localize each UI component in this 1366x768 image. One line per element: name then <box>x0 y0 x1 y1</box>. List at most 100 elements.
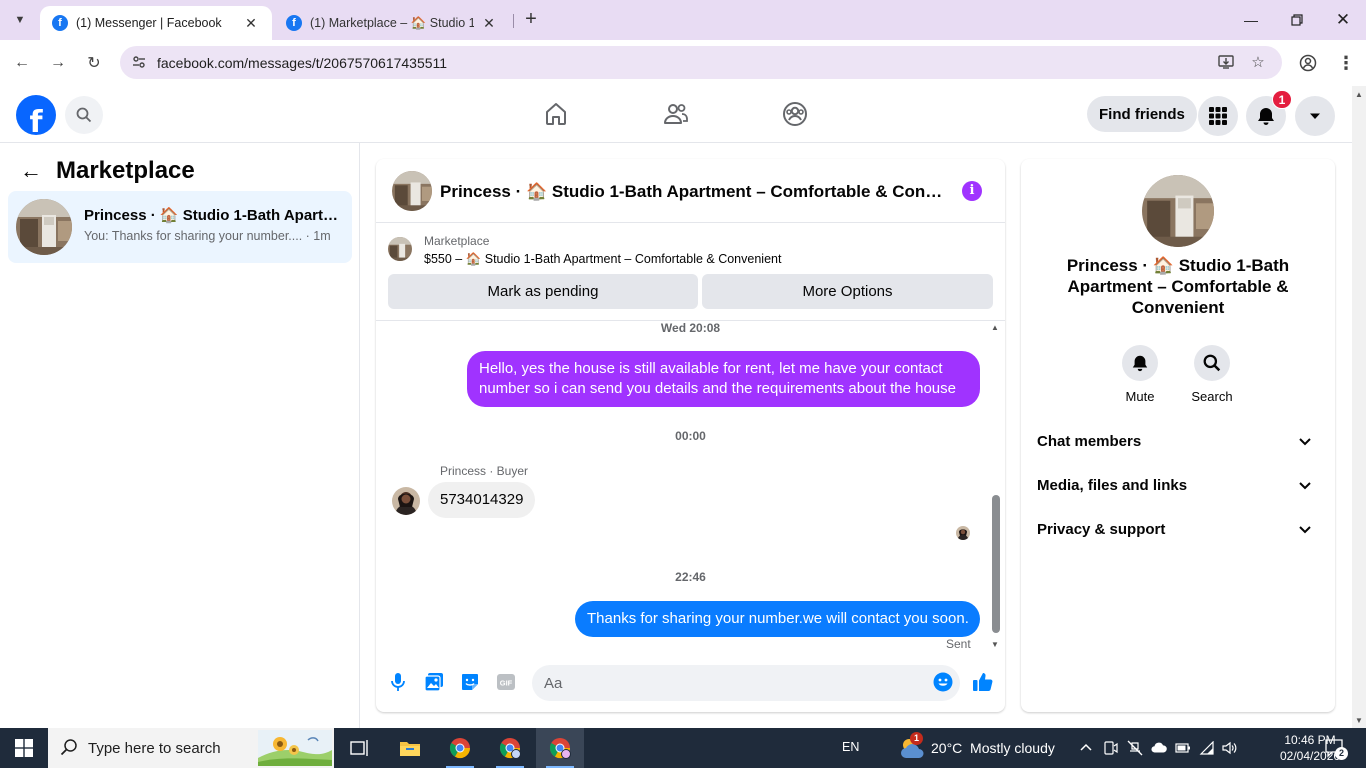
page-scrollbar[interactable]: ▲ ▼ <box>1352 86 1366 728</box>
mark-as-pending-button[interactable]: Mark as pending <box>388 274 698 309</box>
microphone-icon[interactable] <box>387 671 409 693</box>
file-explorer-icon[interactable] <box>386 728 434 768</box>
chat-avatar[interactable] <box>392 171 432 211</box>
facebook-logo[interactable]: f <box>16 95 56 135</box>
media-files-links-section[interactable]: Media, files and links <box>1029 465 1327 505</box>
mic-muted-icon[interactable] <box>1127 740 1143 756</box>
site-settings-icon[interactable] <box>130 54 148 72</box>
privacy-support-section[interactable]: Privacy & support <box>1029 509 1327 549</box>
weather-text[interactable]: 20°C Mostly cloudy <box>931 740 1055 756</box>
task-view-icon[interactable] <box>336 728 384 768</box>
install-app-icon[interactable] <box>1216 53 1236 73</box>
restore-icon[interactable] <box>1274 0 1320 40</box>
tab-close-icon[interactable]: ✕ <box>242 15 260 32</box>
tab-search-chevron-icon[interactable]: ▼ <box>8 8 32 32</box>
action-center-icon[interactable]: 2 <box>1324 738 1348 763</box>
facebook-top-bar: f Find friends <box>0 86 1352 143</box>
scrollbar-thumb[interactable] <box>992 495 1000 633</box>
weather-cloud-icon[interactable]: 1 <box>898 732 926 762</box>
mute-button[interactable]: Mute <box>1108 345 1172 404</box>
listing-title[interactable]: $550 – 🏠 Studio 1-Bath Apartment – Comfo… <box>424 252 781 267</box>
svg-text:GIF: GIF <box>500 679 513 688</box>
scroll-up-arrow-icon[interactable]: ▲ <box>1355 90 1363 99</box>
conversation-sidebar: ← Marketplace Princess · 🏠 Studio 1-Bath… <box>0 143 360 728</box>
chat-scrollbar[interactable]: ▲ ▼ <box>990 323 1002 649</box>
bell-icon <box>1258 108 1274 125</box>
timestamp: 00:00 <box>675 429 706 443</box>
scroll-up-arrow-icon[interactable]: ▲ <box>991 323 999 332</box>
thumbs-up-icon[interactable] <box>972 671 994 693</box>
message-status: Sent <box>946 637 971 651</box>
chrome-profile-icon[interactable] <box>486 728 534 768</box>
incoming-message[interactable]: 5734014329 <box>428 482 536 518</box>
tab-title: (1) Messenger | Facebook <box>76 16 222 30</box>
conversation-item[interactable]: Princess · 🏠 Studio 1-Bath Apartment – C… <box>8 191 352 263</box>
minimize-icon[interactable]: — <box>1228 0 1274 40</box>
chat-title[interactable]: Princess · 🏠 Studio 1-Bath Apartment – C… <box>440 182 950 202</box>
tab-marketplace[interactable]: f (1) Marketplace – 🏠 Studio 1-B ✕ <box>274 6 510 40</box>
sidebar-title: Marketplace <box>56 157 195 184</box>
search-highlight-illustration <box>258 730 332 766</box>
meet-now-icon[interactable] <box>1103 740 1119 756</box>
home-nav-icon[interactable] <box>542 100 570 128</box>
search-in-conversation-button[interactable]: Search <box>1180 345 1244 404</box>
volume-icon[interactable] <box>1222 740 1238 756</box>
outgoing-message[interactable]: Thanks for sharing your number.we will c… <box>575 601 980 637</box>
reload-icon[interactable]: ↻ <box>82 51 106 75</box>
chrome-icon[interactable] <box>436 728 484 768</box>
taskbar-search[interactable]: Type here to search <box>48 728 334 768</box>
menu-grid-button[interactable] <box>1198 96 1238 136</box>
find-friends-button[interactable]: Find friends <box>1087 96 1197 132</box>
more-options-button[interactable]: More Options <box>702 274 993 309</box>
bell-icon[interactable] <box>1122 345 1158 381</box>
chrome-active-profile-icon[interactable] <box>536 728 584 768</box>
friends-nav-icon[interactable] <box>662 100 690 128</box>
weather-alert-badge: 1 <box>910 732 923 745</box>
message-composer: GIF <box>376 659 1005 707</box>
scroll-down-arrow-icon[interactable]: ▼ <box>991 640 999 649</box>
sticker-icon[interactable] <box>459 671 481 693</box>
chat-members-section[interactable]: Chat members <box>1029 421 1327 461</box>
conversation-info-panel: Princess · 🏠 Studio 1-Bath Apartment – C… <box>1021 159 1335 712</box>
message-input[interactable] <box>532 665 960 701</box>
gif-icon[interactable]: GIF <box>495 671 517 693</box>
input-language[interactable]: EN <box>842 740 859 754</box>
photo-icon[interactable] <box>423 671 445 693</box>
emoji-icon[interactable] <box>932 671 954 693</box>
groups-nav-icon[interactable] <box>781 100 809 128</box>
onedrive-cloud-icon[interactable] <box>1151 740 1167 756</box>
window-close-icon[interactable]: ✕ <box>1320 0 1366 40</box>
chevron-down-icon <box>1299 482 1311 490</box>
back-arrow-icon[interactable]: ← <box>20 158 44 184</box>
address-bar[interactable]: facebook.com/messages/t/2067570617435511… <box>120 46 1282 79</box>
tab-close-icon[interactable]: ✕ <box>480 15 498 32</box>
bookmark-star-icon[interactable]: ☆ <box>1248 53 1268 73</box>
outgoing-message[interactable]: Hello, yes the house is still available … <box>467 351 980 407</box>
wifi-icon[interactable] <box>1199 740 1215 756</box>
marketplace-listing-bar: Marketplace $550 – 🏠 Studio 1-Bath Apart… <box>376 223 1005 321</box>
caret-down-icon <box>1310 113 1320 119</box>
battery-icon[interactable] <box>1175 740 1191 756</box>
show-hidden-icons-chevron-icon[interactable] <box>1078 740 1094 756</box>
facebook-favicon-icon: f <box>52 15 68 31</box>
listing-thumbnail[interactable] <box>388 237 412 261</box>
profile-icon[interactable] <box>1296 51 1320 75</box>
forward-arrow-icon[interactable]: → <box>46 51 70 75</box>
info-icon[interactable]: i <box>962 181 982 201</box>
scroll-down-arrow-icon[interactable]: ▼ <box>1355 716 1363 725</box>
facebook-search-button[interactable] <box>65 96 103 134</box>
tab-messenger[interactable]: f (1) Messenger | Facebook ✕ <box>40 6 272 40</box>
action-center-count: 2 <box>1335 747 1348 760</box>
info-avatar[interactable] <box>1142 175 1214 247</box>
start-button[interactable] <box>0 728 48 768</box>
buyer-avatar[interactable] <box>392 487 420 515</box>
account-button[interactable] <box>1295 96 1335 136</box>
browser-menu-icon[interactable]: ⋮ <box>1334 51 1358 75</box>
search-icon[interactable] <box>1194 345 1230 381</box>
chat-header: Princess · 🏠 Studio 1-Bath Apartment – C… <box>376 159 1005 223</box>
browser-toolbar: ← → ↻ facebook.com/messages/t/2067570617… <box>0 40 1366 86</box>
new-tab-plus-icon[interactable]: + <box>520 9 542 31</box>
message-list[interactable]: Wed 20:08 Hello, yes the house is still … <box>376 321 1005 651</box>
url-text: facebook.com/messages/t/2067570617435511 <box>157 55 448 71</box>
back-arrow-icon[interactable]: ← <box>10 51 34 75</box>
